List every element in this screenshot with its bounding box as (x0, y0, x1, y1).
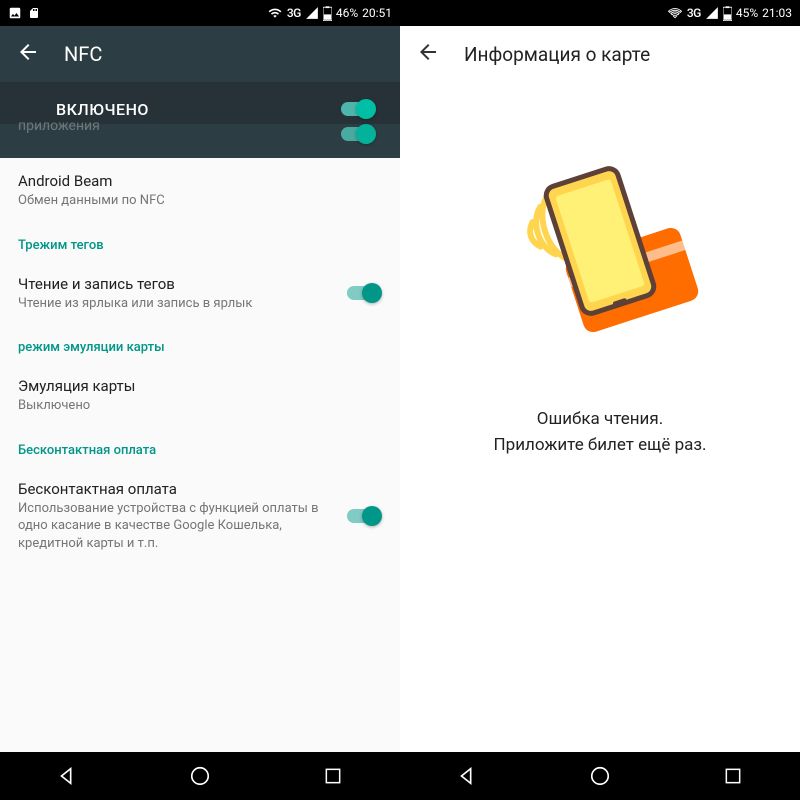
enabled-label: ВКЛЮЧЕНО (56, 100, 149, 119)
image-icon (8, 6, 22, 20)
back-icon[interactable] (16, 40, 40, 68)
battery-icon (323, 6, 332, 21)
phone-icon (541, 163, 660, 319)
error-message: Ошибка чтения. Приложите билет ещё раз. (494, 407, 707, 458)
appbar-title: NFC (64, 42, 102, 66)
nav-home-icon[interactable] (588, 764, 612, 788)
status-time: 20:51 (362, 6, 392, 20)
wifi-icon (667, 6, 683, 20)
nav-back-icon[interactable] (55, 764, 79, 788)
appbar-title: Информация о карте (464, 43, 650, 66)
back-icon[interactable] (416, 40, 440, 68)
peek-toggle[interactable] (340, 124, 376, 144)
network-type: 3G (687, 6, 701, 20)
left-screen: 3G 46% 20:51 NFC ВКЛЮЧЕНО приложения And… (0, 0, 400, 800)
status-time: 21:03 (762, 6, 792, 20)
section-emulation: режим эмуляции карты (0, 326, 400, 363)
previous-item-peek: приложения (0, 124, 400, 158)
nfc-illustration (490, 152, 710, 352)
content: Ошибка чтения. Приложите билет ещё раз. (400, 82, 800, 752)
nav-recents-icon[interactable] (721, 764, 745, 788)
tags-rw-toggle[interactable] (346, 283, 382, 303)
sd-icon (28, 6, 40, 20)
right-screen: 3G 45% 21:03 Информация о карте (400, 0, 800, 800)
item-tags-rw[interactable]: Чтение и запись тегов Чтение из ярлыка и… (0, 261, 400, 327)
section-tags: Трежим тегов (0, 224, 400, 261)
nfc-master-toggle[interactable] (340, 99, 376, 119)
network-type: 3G (287, 6, 301, 20)
pay-toggle[interactable] (346, 506, 382, 526)
signal-icon (705, 6, 719, 20)
item-android-beam[interactable]: Android Beam Обмен данными по NFC (0, 158, 400, 224)
nav-recents-icon[interactable] (321, 764, 345, 788)
item-contactless-pay[interactable]: Бесконтактная оплата Использование устро… (0, 466, 400, 567)
nav-home-icon[interactable] (188, 764, 212, 788)
battery-icon (723, 6, 732, 21)
wifi-icon (267, 6, 283, 20)
status-bar: 3G 46% 20:51 (0, 0, 400, 26)
settings-list: Android Beam Обмен данными по NFC Трежим… (0, 158, 400, 752)
item-card-emulation[interactable]: Эмуляция карты Выключено (0, 363, 400, 429)
appbar: Информация о карте (400, 26, 800, 82)
section-payment: Бесконтактная оплата (0, 429, 400, 466)
battery-percent: 46% (336, 6, 358, 20)
nav-back-icon[interactable] (455, 764, 479, 788)
battery-percent: 45% (736, 6, 758, 20)
status-bar: 3G 45% 21:03 (400, 0, 800, 26)
signal-icon (305, 6, 319, 20)
navbar (400, 752, 800, 800)
navbar (0, 752, 400, 800)
